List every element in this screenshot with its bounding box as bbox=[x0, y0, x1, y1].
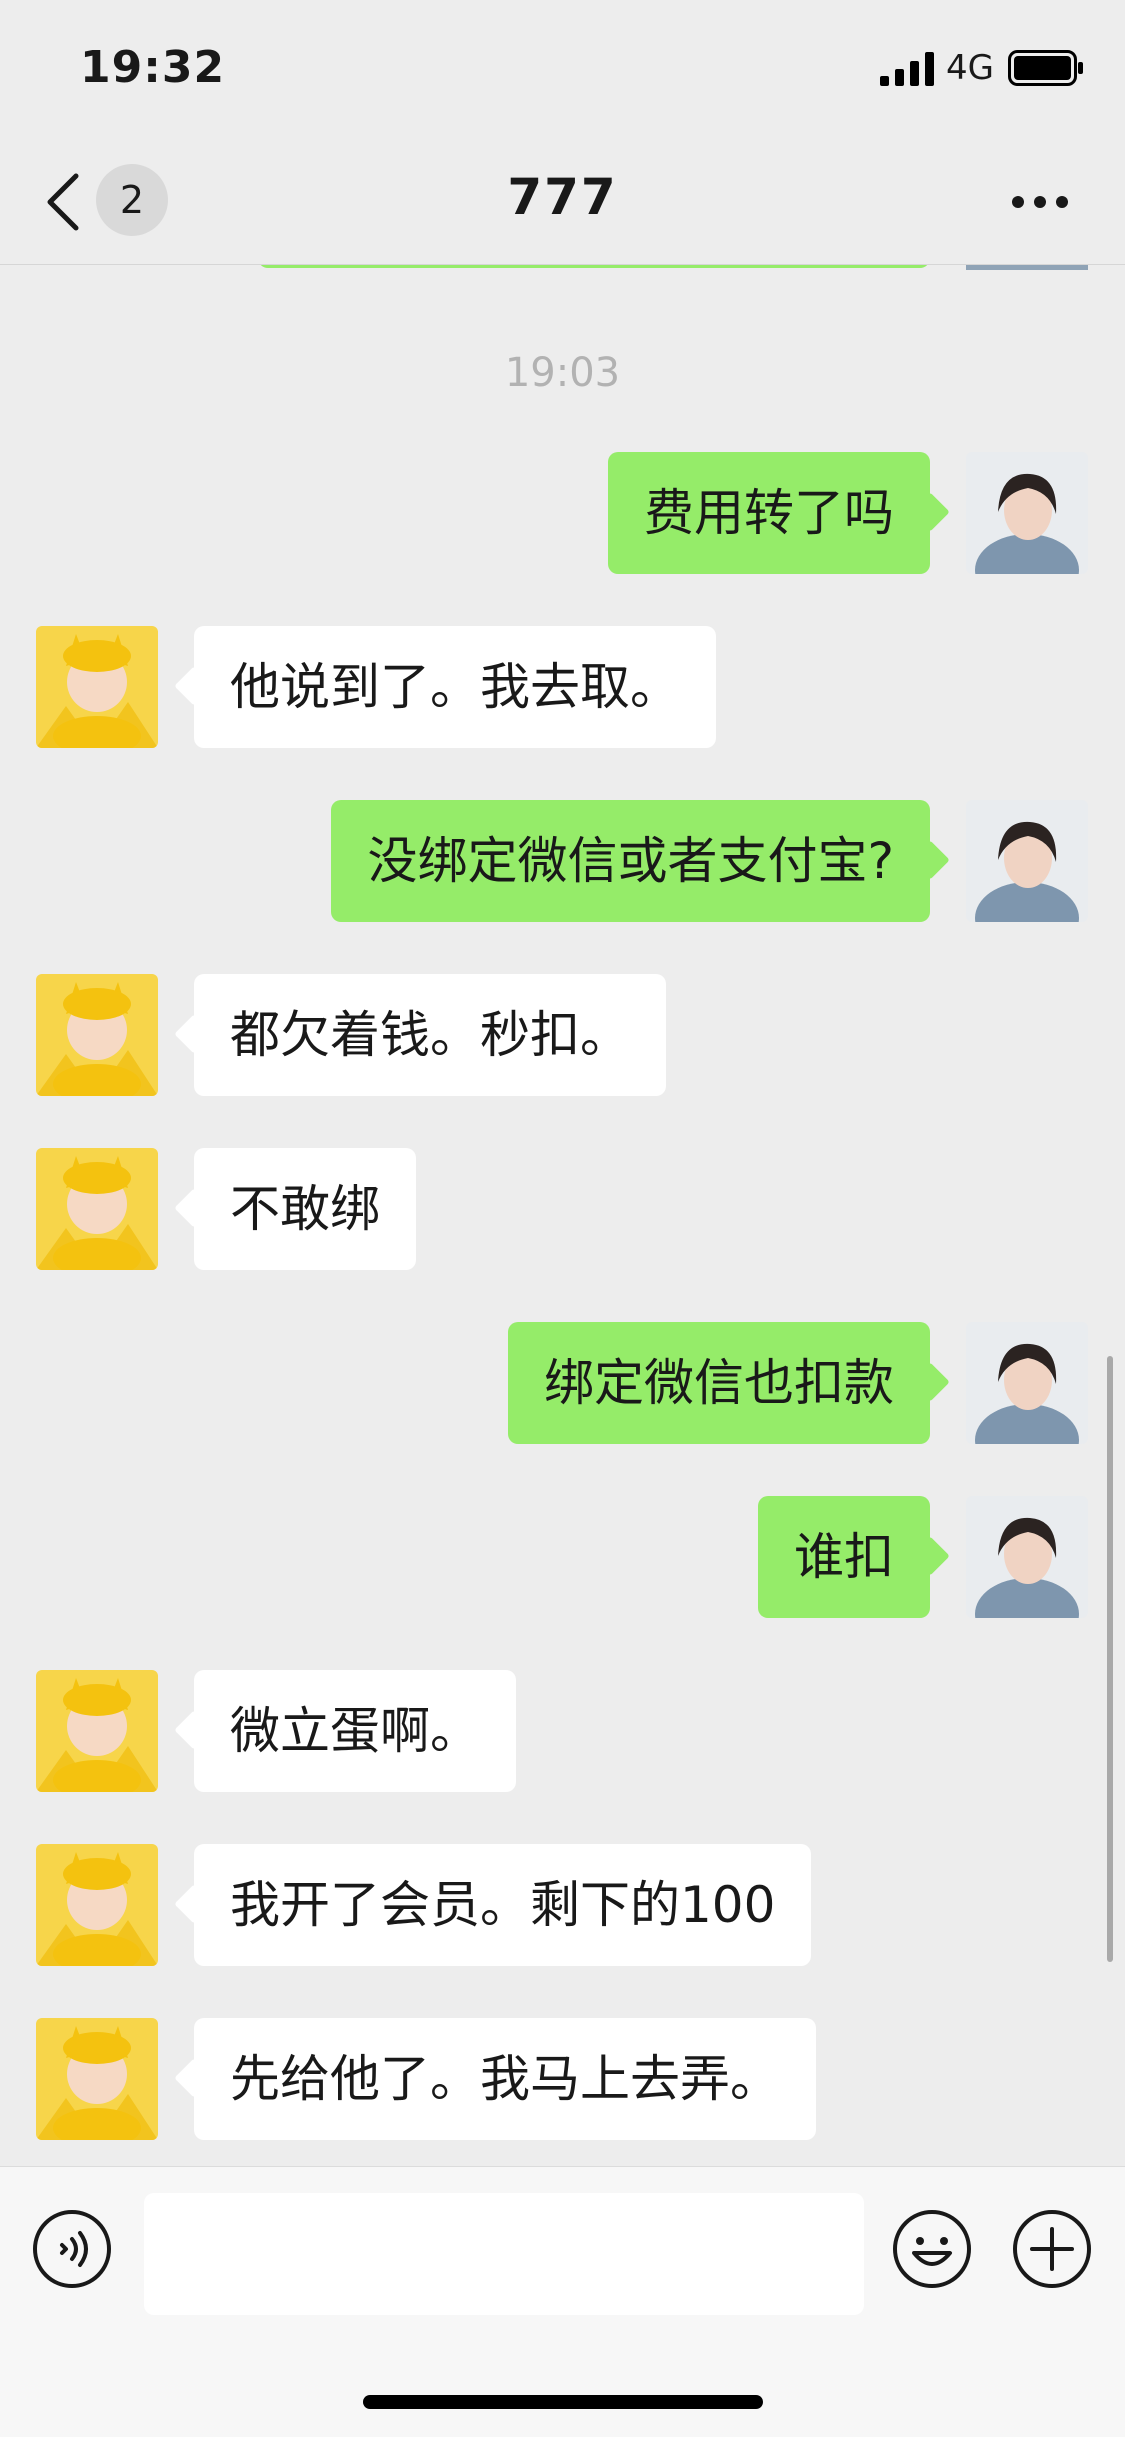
more-icon[interactable] bbox=[1010, 194, 1070, 210]
voice-icon[interactable] bbox=[32, 2209, 112, 2289]
message-bubble[interactable]: 谁扣 bbox=[758, 1496, 930, 1618]
contact-avatar[interactable] bbox=[36, 1844, 158, 1966]
message-bubble[interactable]: 微立蛋啊。 bbox=[194, 1670, 516, 1792]
message-bubble[interactable]: 绑定微信也扣款 bbox=[508, 1322, 930, 1444]
signal-icon bbox=[880, 52, 934, 86]
message-row: 费用转了吗 bbox=[0, 452, 1125, 576]
message-row: 微立蛋啊。 bbox=[0, 1670, 1125, 1794]
contact-avatar[interactable] bbox=[36, 2018, 158, 2140]
message-text: 先给他了。我马上去弄。 bbox=[230, 2050, 780, 2108]
status-time: 19:32 bbox=[80, 42, 226, 93]
plus-icon[interactable] bbox=[1012, 2209, 1092, 2289]
contact-avatar[interactable] bbox=[36, 1670, 158, 1792]
message-bubble[interactable]: 先给他了。我马上去弄。 bbox=[194, 2018, 816, 2140]
contact-avatar[interactable] bbox=[36, 626, 158, 748]
self-avatar[interactable] bbox=[966, 1322, 1088, 1444]
contact-avatar[interactable] bbox=[36, 1148, 158, 1270]
message-row: 不敢绑 bbox=[0, 1148, 1125, 1272]
emoji-icon[interactable] bbox=[892, 2209, 972, 2289]
scrollbar[interactable] bbox=[1107, 1356, 1113, 1962]
message-text: 都欠着钱。秒扣。 bbox=[230, 1006, 630, 1064]
self-avatar[interactable] bbox=[966, 1496, 1088, 1618]
network-label: 4G bbox=[946, 48, 994, 88]
battery-icon bbox=[1008, 50, 1083, 86]
message-row: 先给他了。我马上去弄。 bbox=[0, 2018, 1125, 2142]
message-row: 都欠着钱。秒扣。 bbox=[0, 974, 1125, 1098]
home-indicator[interactable] bbox=[363, 2395, 763, 2409]
message-bubble[interactable]: 没绑定微信或者支付宝? bbox=[331, 800, 930, 922]
message-row: 绑定微信也扣款 bbox=[0, 1322, 1125, 1446]
message-text: 谁扣 bbox=[794, 1528, 894, 1586]
chat-header: 2 777 bbox=[0, 140, 1125, 265]
self-avatar[interactable] bbox=[966, 452, 1088, 574]
message-row: 我开了会员。剩下的100 bbox=[0, 1844, 1125, 1968]
message-text: 费用转了吗 bbox=[644, 484, 894, 542]
input-bar bbox=[0, 2166, 1125, 2437]
message-timestamp: 19:03 bbox=[504, 350, 621, 396]
message-row: 谁扣 bbox=[0, 1496, 1125, 1620]
chat-title: 777 bbox=[507, 168, 618, 226]
status-bar: 19:32 4G bbox=[0, 0, 1125, 140]
message-text: 没绑定微信或者支付宝? bbox=[367, 832, 894, 890]
message-bubble[interactable]: 费用转了吗 bbox=[608, 452, 930, 574]
message-bubble[interactable]: 都欠着钱。秒扣。 bbox=[194, 974, 666, 1096]
message-text: 不敢绑 bbox=[230, 1180, 380, 1238]
message-row: 他说到了。我去取。 bbox=[0, 626, 1125, 750]
message-text: 我开了会员。剩下的100 bbox=[230, 1876, 776, 1934]
message-bubble[interactable]: 他说到了。我去取。 bbox=[194, 626, 716, 748]
message-text: 绑定微信也扣款 bbox=[544, 1354, 894, 1412]
message-bubble[interactable]: 不敢绑 bbox=[194, 1148, 416, 1270]
message-text: 微立蛋啊。 bbox=[230, 1702, 480, 1760]
self-avatar[interactable] bbox=[966, 800, 1088, 922]
contact-avatar[interactable] bbox=[36, 974, 158, 1096]
message-row: 没绑定微信或者支付宝? bbox=[0, 800, 1125, 924]
message-text: 他说到了。我去取。 bbox=[230, 658, 680, 716]
message-bubble[interactable]: 我开了会员。剩下的100 bbox=[194, 1844, 812, 1966]
message-input[interactable] bbox=[144, 2193, 864, 2315]
